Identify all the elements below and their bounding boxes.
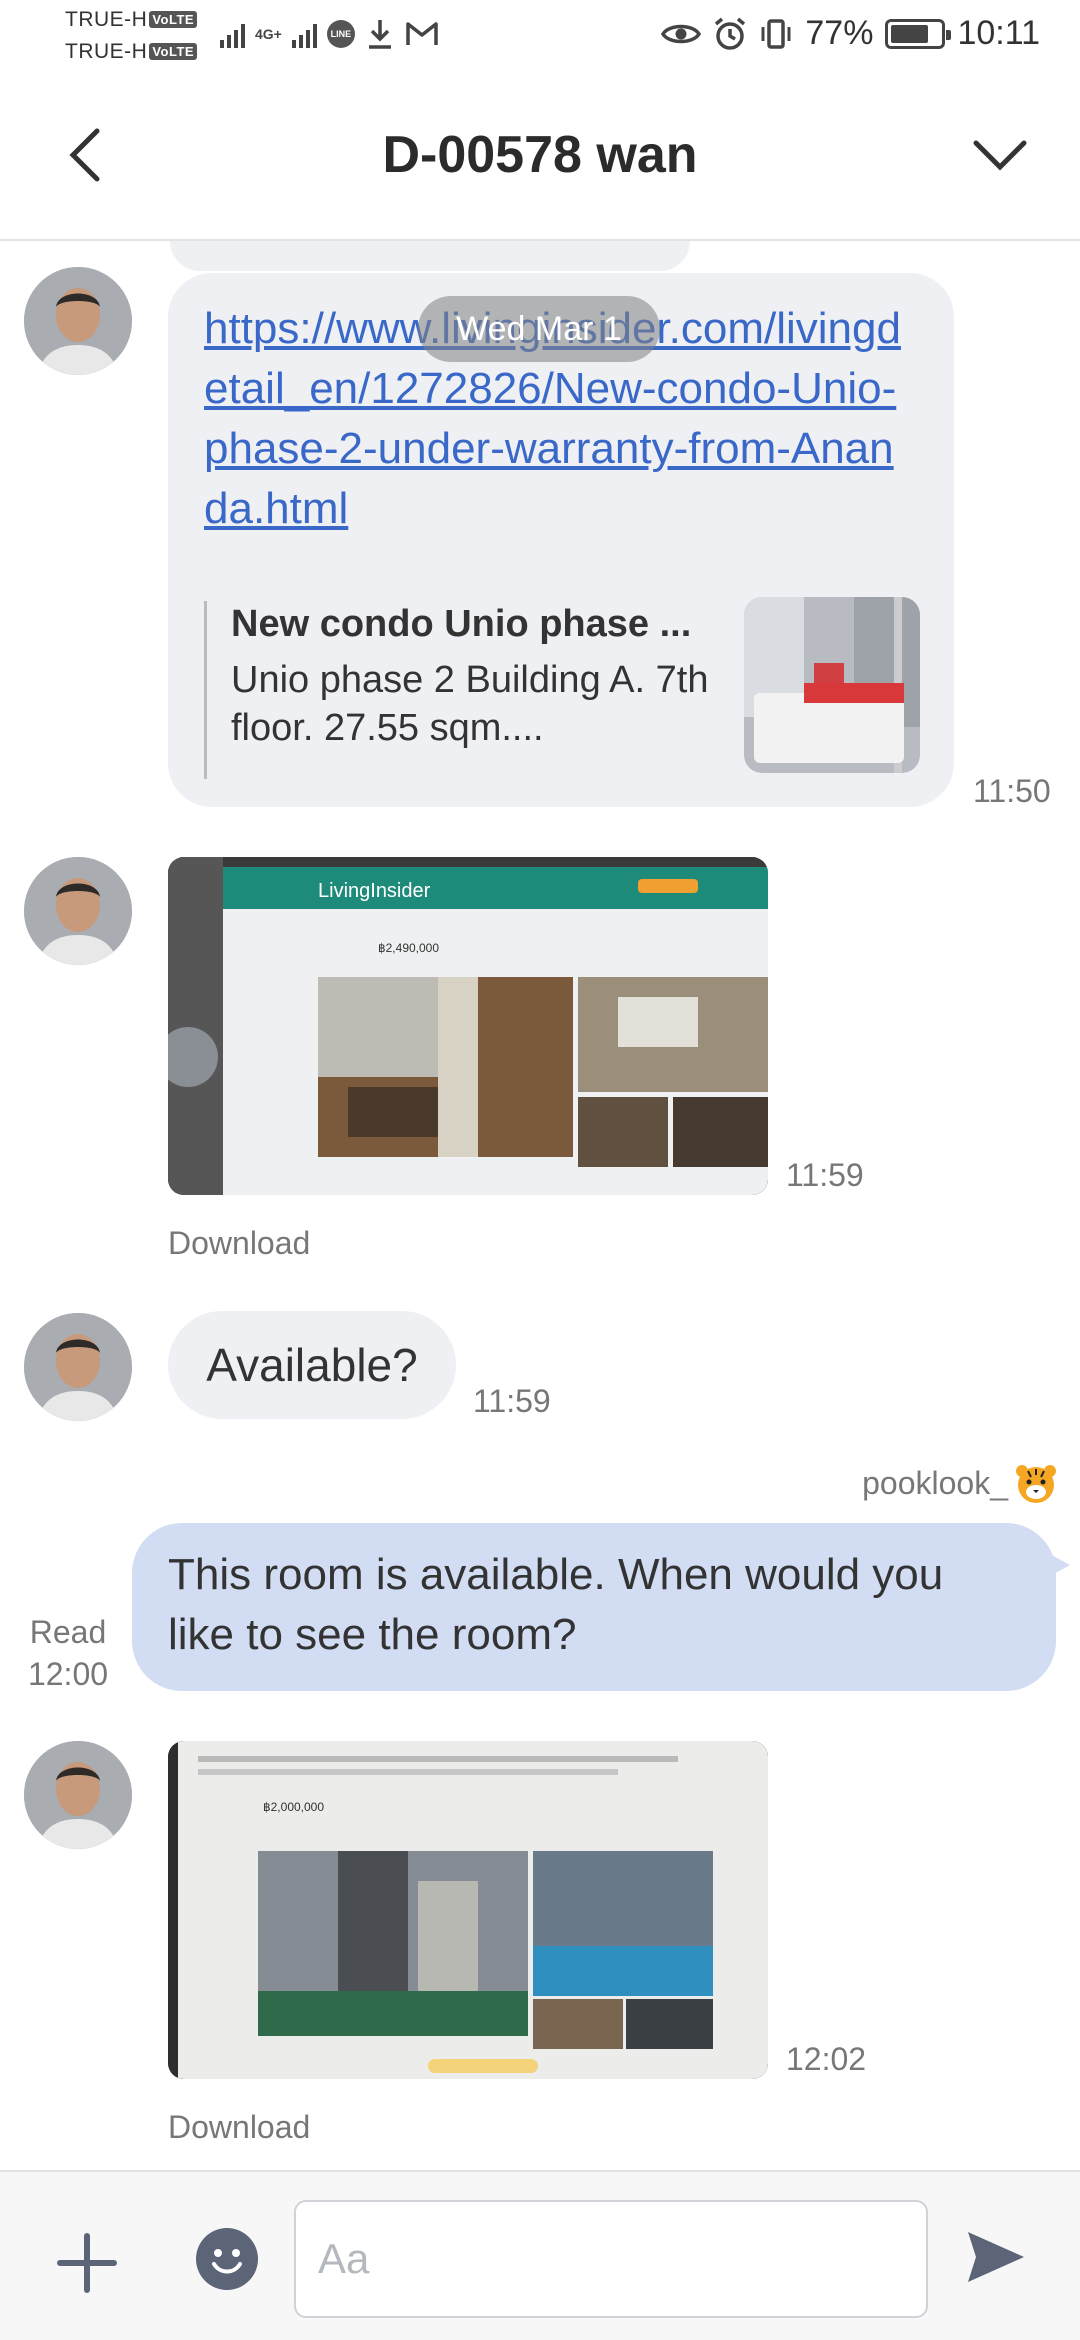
battery-percent: 77% [805, 14, 874, 52]
contact-avatar[interactable] [24, 857, 132, 965]
website-name: LivingInsider [318, 880, 431, 902]
contact-avatar[interactable] [24, 267, 132, 375]
line-app-icon: LINE [326, 20, 355, 48]
message-time: 11:59 [473, 1383, 551, 1419]
image-message[interactable]: LivingInsider ฿2,490,000 [168, 857, 768, 1195]
volte-badge: VoLTE [149, 43, 198, 60]
read-receipt: Read 12:00 [20, 1611, 116, 1695]
vibrate-icon [761, 18, 791, 49]
outgoing-message-bubble[interactable]: This room is available. When would you l… [132, 1523, 1070, 1691]
incoming-message-bubble[interactable]: Available? [168, 1311, 456, 1419]
carrier-2-label: TRUE-H [65, 40, 148, 63]
previous-message-bubble [170, 241, 690, 271]
send-button[interactable] [962, 2224, 1028, 2290]
emoji-button[interactable] [196, 2228, 258, 2290]
message-time: 11:50 [973, 773, 1051, 809]
status-bar: TRUE-H VoLTE TRUE-H VoLTE 4G+ LINE 77% 10:… [0, 0, 1080, 75]
chat-menu-toggle[interactable] [965, 125, 1035, 185]
contact-avatar[interactable] [24, 1741, 132, 1849]
volte-badge: VoLTE [149, 11, 198, 28]
battery-level [891, 24, 929, 43]
alarm-icon [715, 17, 746, 50]
send-icon [968, 2232, 1024, 2282]
download-icon [368, 20, 391, 49]
message-time: 12:02 [786, 2041, 867, 2077]
carrier-2: TRUE-H VoLTE [65, 40, 198, 64]
smiley-icon [212, 2249, 242, 2274]
link-preview-card[interactable]: New condo Unio phase ... Unio phase 2 Bu… [204, 597, 920, 779]
gmail-icon [406, 22, 438, 45]
message-input-bar [0, 2170, 1080, 2340]
sender-name-label: pooklook_ [862, 1464, 1008, 1501]
sender-name: pooklook_ [862, 1461, 1058, 1505]
signal-icon [220, 20, 245, 48]
listing-price: ฿2,490,000 [378, 941, 439, 955]
link-preview-description: Unio phase 2 Building A. 7th floor. 27.5… [231, 659, 709, 749]
carrier-1: TRUE-H VoLTE [65, 8, 198, 32]
chevron-down-icon [973, 140, 1027, 171]
listing-price: ฿2,000,000 [263, 1800, 324, 1814]
plus-icon [57, 2233, 117, 2293]
chat-title: D-00578 wan [382, 126, 698, 184]
attach-button[interactable] [52, 2228, 122, 2298]
message-input[interactable] [294, 2200, 928, 2318]
message-time: 12:00 [27, 1656, 109, 1692]
link-preview-thumbnail [744, 597, 920, 773]
system-icons: 77% 10:11 [661, 14, 1040, 53]
chat-header: D-00578 wan [0, 75, 1080, 241]
clock: 10:11 [957, 14, 1040, 52]
download-link[interactable]: Download [168, 1225, 310, 1262]
message-time: 11:59 [786, 1157, 864, 1193]
date-separator: Wed Mar 1 [418, 296, 660, 362]
carrier-1-label: TRUE-H [65, 8, 148, 31]
notification-icons: 4G+ LINE [220, 18, 439, 50]
network-type: 4G+ [255, 26, 282, 42]
battery-icon [885, 18, 952, 49]
signal-icon [291, 20, 317, 48]
link-preview-title: New condo Unio phase ... [231, 603, 692, 645]
image-message[interactable]: ฿2,000,000 [168, 1741, 768, 2079]
message-list[interactable]: https://www.livinginsider.com/livingdeta… [0, 241, 1080, 2170]
contact-avatar[interactable] [24, 1313, 132, 1421]
eye-icon [661, 24, 702, 43]
download-link[interactable]: Download [168, 2109, 310, 2146]
read-label: Read [29, 1614, 107, 1650]
tiger-icon [1016, 1465, 1056, 1503]
